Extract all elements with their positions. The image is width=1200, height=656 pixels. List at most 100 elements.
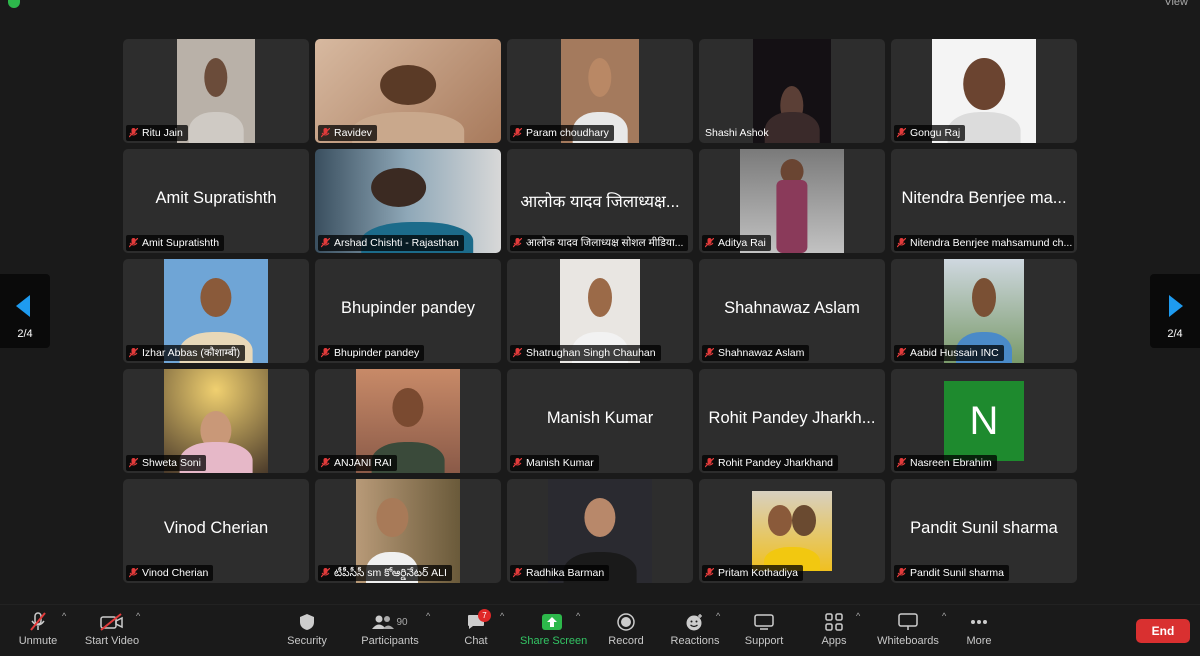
avatar-letter: N xyxy=(969,398,999,443)
participant-tile[interactable]: Aabid Hussain INC xyxy=(891,259,1077,363)
participant-name-label: Pandit Sunil sharma xyxy=(894,565,1009,581)
participant-name-label: Aditya Rai xyxy=(702,235,771,251)
participant-tile[interactable]: Manish Kumar Manish Kumar xyxy=(507,369,693,473)
chat-options-caret[interactable]: ^ xyxy=(500,611,504,621)
record-icon xyxy=(617,613,635,631)
participant-tile[interactable]: Rohit Pandey Jharkh... Rohit Pandey Jhar… xyxy=(699,369,885,473)
record-button[interactable]: Record xyxy=(606,611,646,647)
muted-mic-icon xyxy=(897,458,906,468)
reactions-button[interactable]: Reactions xyxy=(670,611,720,647)
participant-tile[interactable]: Aditya Rai xyxy=(699,149,885,253)
participant-tile[interactable]: Ritu Jain xyxy=(123,39,309,143)
top-bar: View xyxy=(0,0,1200,12)
participant-tile[interactable]: Gongu Raj xyxy=(891,39,1077,143)
end-meeting-button[interactable]: End xyxy=(1136,619,1190,643)
muted-mic-icon xyxy=(321,238,330,248)
participant-tile[interactable]: Ravidev xyxy=(315,39,501,143)
participant-name-label: Shweta Soni xyxy=(126,455,206,471)
page-indicator-left: 2/4 xyxy=(17,328,33,340)
participant-name-label: Vinod Cherian xyxy=(126,565,214,581)
participant-tile[interactable]: Arshad Chishti - Rajasthan xyxy=(315,149,501,253)
participant-tile[interactable]: Pritam Kothadiya xyxy=(699,479,885,583)
participant-tile[interactable]: Shatrughan Singh Chauhan xyxy=(507,259,693,363)
participant-display-name: Shahnawaz Aslam xyxy=(724,299,860,317)
participant-tile[interactable]: Pandit Sunil sharma Pandit Sunil sharma xyxy=(891,479,1077,583)
participant-tile[interactable]: Shweta Soni xyxy=(123,369,309,473)
participant-tile[interactable]: Amit Supratishth Amit Supratishth xyxy=(123,149,309,253)
participants-icon xyxy=(372,615,395,629)
encryption-shield-icon[interactable] xyxy=(8,0,20,8)
participant-name-label: Aabid Hussain INC xyxy=(894,345,1004,361)
muted-mic-icon xyxy=(705,458,714,468)
previous-page-button[interactable]: 2/4 xyxy=(0,274,50,348)
participant-tile[interactable]: Param choudhary xyxy=(507,39,693,143)
unmute-button[interactable]: Unmute xyxy=(16,611,60,647)
participant-name-label: Shahnawaz Aslam xyxy=(702,345,810,361)
participant-tile[interactable]: Bhupinder pandey Bhupinder pandey xyxy=(315,259,501,363)
support-button[interactable]: Support xyxy=(742,611,786,647)
muted-mic-icon xyxy=(513,568,522,578)
participants-button[interactable]: 90 Participants xyxy=(360,611,420,647)
reactions-options-caret[interactable]: ^ xyxy=(716,611,720,621)
participant-tile[interactable]: Vinod Cherian Vinod Cherian xyxy=(123,479,309,583)
muted-mic-icon xyxy=(513,238,522,248)
participant-tile[interactable]: టీపీసీసీ sm కోఆర్డినేటర్ ALI xyxy=(315,479,501,583)
participant-name-label: Ritu Jain xyxy=(126,125,188,141)
participant-name-label: Gongu Raj xyxy=(894,125,966,141)
apps-options-caret[interactable]: ^ xyxy=(856,611,860,621)
muted-mic-icon xyxy=(897,568,906,578)
participant-display-name: Rohit Pandey Jharkh... xyxy=(708,409,876,427)
whiteboards-options-caret[interactable]: ^ xyxy=(942,611,946,621)
participant-tile[interactable]: Radhika Barman xyxy=(507,479,693,583)
view-button[interactable]: View xyxy=(1164,0,1188,8)
participant-name-label: Izhar Abbas (कौशाम्बी) xyxy=(126,345,246,361)
participant-tile[interactable]: Shahnawaz Aslam Shahnawaz Aslam xyxy=(699,259,885,363)
participant-avatar: N xyxy=(944,381,1024,461)
participant-tile[interactable]: N Nasreen Ebrahim xyxy=(891,369,1077,473)
participant-tile[interactable]: आलोक यादव जिलाध्यक्ष... आलोक यादव जिलाध्… xyxy=(507,149,693,253)
security-button[interactable]: Security xyxy=(286,611,328,647)
muted-microphone-icon xyxy=(30,612,46,631)
participant-tile[interactable]: Nitendra Benrjee ma... Nitendra Benrjee … xyxy=(891,149,1077,253)
share-options-caret[interactable]: ^ xyxy=(576,611,580,621)
share-screen-button[interactable]: Share Screen xyxy=(520,611,587,647)
video-options-caret[interactable]: ^ xyxy=(136,611,140,621)
participant-name-label: Radhika Barman xyxy=(510,565,610,581)
smiley-icon xyxy=(686,614,702,631)
muted-mic-icon xyxy=(513,348,522,358)
more-button[interactable]: More xyxy=(962,611,996,647)
participant-name-label: Nitendra Benrjee mahsamund ch... xyxy=(894,235,1074,251)
muted-mic-icon xyxy=(705,568,714,578)
start-video-button[interactable]: Start Video xyxy=(84,611,140,647)
muted-mic-icon xyxy=(897,128,906,138)
muted-mic-icon xyxy=(705,348,714,358)
next-page-button[interactable]: 2/4 xyxy=(1150,274,1200,348)
participant-name-label: Param choudhary xyxy=(510,125,614,141)
apps-button[interactable]: Apps xyxy=(818,611,850,647)
muted-mic-icon xyxy=(897,348,906,358)
participant-display-name: आलोक यादव जिलाध्यक्ष... xyxy=(520,193,680,211)
whiteboards-button[interactable]: Whiteboards xyxy=(876,611,940,647)
participant-name-label: Bhupinder pandey xyxy=(318,345,425,361)
chat-button[interactable]: 7 Chat xyxy=(464,609,491,647)
meeting-controls-toolbar: Unmute ^ Start Video ^ Security 90 Parti… xyxy=(0,604,1200,656)
participant-display-name: Amit Supratishth xyxy=(155,189,277,207)
support-icon xyxy=(754,614,774,630)
participant-name-label: ANJANI RAI xyxy=(318,455,397,471)
participants-options-caret[interactable]: ^ xyxy=(426,611,430,621)
participant-name-label: టీపీసీసీ sm కోఆర్డినేటర్ ALI xyxy=(318,565,452,581)
audio-options-caret[interactable]: ^ xyxy=(62,611,66,621)
muted-mic-icon xyxy=(705,238,714,248)
unread-chat-badge: 7 xyxy=(478,609,491,622)
participant-display-name: Pandit Sunil sharma xyxy=(910,519,1058,537)
participant-tile[interactable]: Shashi Ashok xyxy=(699,39,885,143)
participant-tile[interactable]: Izhar Abbas (कौशाम्बी) xyxy=(123,259,309,363)
participant-tile[interactable]: ANJANI RAI xyxy=(315,369,501,473)
muted-mic-icon xyxy=(129,238,138,248)
share-screen-icon xyxy=(542,614,562,630)
video-off-icon xyxy=(100,613,123,631)
apps-icon xyxy=(825,613,843,631)
participant-name-label: Nasreen Ebrahim xyxy=(894,455,997,471)
participant-name-label: Amit Supratishth xyxy=(126,235,225,251)
participant-name-label: आलोक यादव जिलाध्यक्ष सोशल मीडिया... xyxy=(510,235,689,251)
